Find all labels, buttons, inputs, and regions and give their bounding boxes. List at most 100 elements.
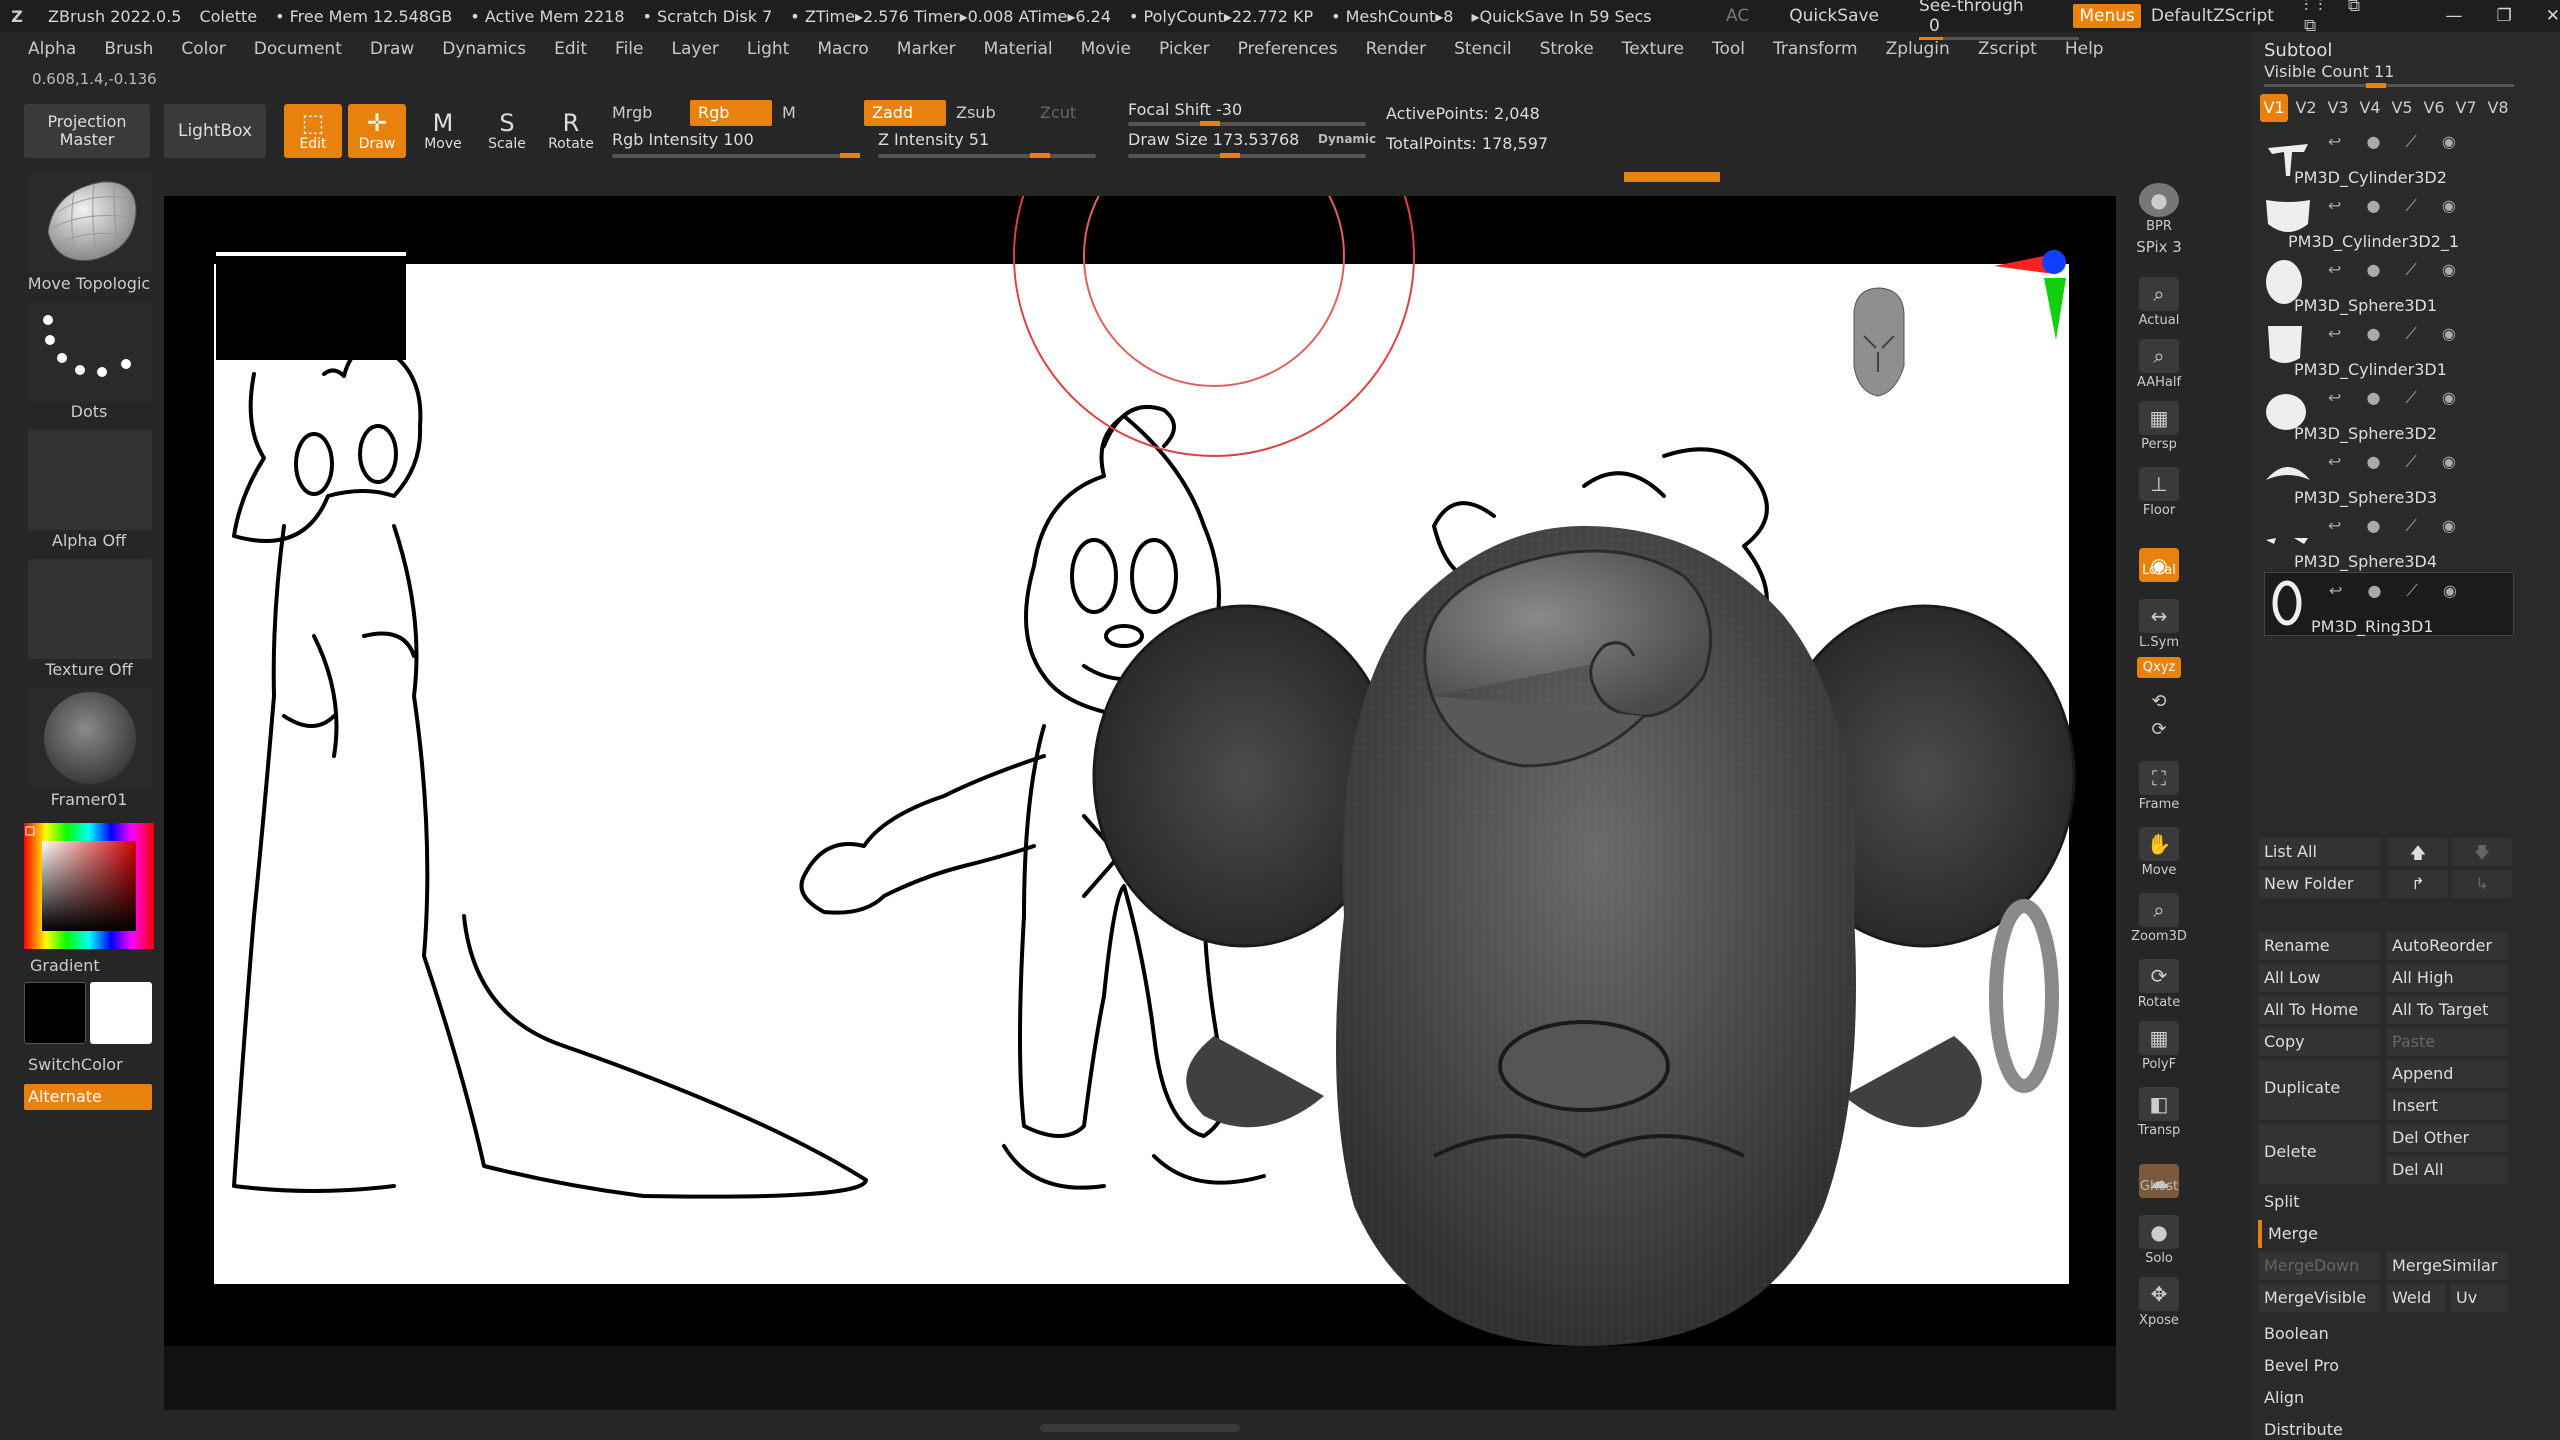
- close-icon[interactable]: ✕: [2546, 6, 2560, 26]
- bevel-pro-button[interactable]: Bevel Pro: [2258, 1352, 2508, 1380]
- align-button[interactable]: Align: [2258, 1384, 2508, 1412]
- menu-stroke[interactable]: Stroke: [1540, 39, 1594, 59]
- switchcolor-button[interactable]: SwitchColor: [24, 1052, 152, 1078]
- del-other-button[interactable]: Del Other: [2386, 1124, 2508, 1152]
- move-view-button[interactable]: ✋ Move: [2124, 820, 2194, 878]
- subtool-item[interactable]: ↩ ● ⟋ ◉ PM3D_Cylinder3D1: [2264, 316, 2514, 380]
- zoom3d-button[interactable]: ⌕ Zoom3D: [2124, 886, 2194, 944]
- menu-tool[interactable]: Tool: [1712, 39, 1745, 59]
- subtool-toggles[interactable]: ↩ ● ⟋ ◉: [2328, 324, 2466, 344]
- actual-button[interactable]: ⌕ Actual: [2124, 270, 2194, 328]
- rgb-toggle[interactable]: Rgb: [690, 100, 772, 126]
- boolean-button[interactable]: Boolean: [2258, 1320, 2508, 1348]
- menu-movie[interactable]: Movie: [1081, 39, 1131, 59]
- subtool-item[interactable]: ↩ ● ⟋ ◉ PM3D_Sphere3D1: [2264, 252, 2514, 316]
- axis-gizmo[interactable]: [1994, 250, 2066, 340]
- menu-transform[interactable]: Transform: [1773, 39, 1858, 59]
- zadd-toggle[interactable]: Zadd: [864, 100, 946, 126]
- alternate-button[interactable]: Alternate: [24, 1084, 152, 1110]
- document-canvas[interactable]: [164, 196, 2116, 1346]
- draw-size-knob[interactable]: [1220, 153, 1240, 158]
- mergevisible-button[interactable]: MergeVisible: [2258, 1284, 2380, 1312]
- duplicate-button[interactable]: Duplicate: [2258, 1060, 2380, 1120]
- polyf-button[interactable]: ▦ PolyF: [2124, 1014, 2194, 1072]
- focal-shift-slider[interactable]: Focal Shift -30: [1128, 100, 1242, 119]
- seethrough-slider[interactable]: See-through 0: [1919, 0, 2080, 40]
- zsub-toggle[interactable]: Zsub: [948, 100, 1004, 126]
- rotate-axis-icons[interactable]: ⟲ ⟳: [2124, 688, 2194, 744]
- menu-layer[interactable]: Layer: [672, 39, 719, 59]
- all-to-target-button[interactable]: All To Target: [2386, 996, 2508, 1024]
- subtool-toggles[interactable]: ↩ ● ⟋ ◉: [2329, 581, 2467, 601]
- subtool-toggles[interactable]: ↩ ● ⟋ ◉: [2328, 516, 2466, 536]
- subtool-item[interactable]: ↩ ● ⟋ ◉ PM3D_Cylinder3D2: [2264, 124, 2514, 188]
- vset-1[interactable]: V1: [2260, 94, 2288, 122]
- local-button[interactable]: ◉ Local: [2124, 526, 2194, 584]
- vset-8[interactable]: V8: [2484, 94, 2512, 122]
- ghost-button[interactable]: ☁ Ghost: [2124, 1142, 2194, 1200]
- subtool-toggles[interactable]: ↩ ● ⟋ ◉: [2328, 196, 2466, 216]
- main-color-swatch[interactable]: [90, 982, 152, 1044]
- restore-icon[interactable]: ❐: [2497, 6, 2512, 26]
- menu-preferences[interactable]: Preferences: [1238, 39, 1338, 59]
- vset-5[interactable]: V5: [2388, 94, 2416, 122]
- vset-2[interactable]: V2: [2292, 94, 2320, 122]
- del-all-button[interactable]: Del All: [2386, 1156, 2508, 1184]
- material-thumbnail[interactable]: [28, 688, 152, 788]
- lightbox-button[interactable]: LightBox: [164, 104, 266, 158]
- menu-color[interactable]: Color: [181, 39, 225, 59]
- merge-button[interactable]: Merge: [2258, 1220, 2508, 1248]
- uv-button[interactable]: Uv: [2450, 1284, 2508, 1312]
- move-down-icon[interactable]: 🡇: [2452, 838, 2512, 866]
- secondary-color-swatch[interactable]: [24, 982, 86, 1044]
- menu-file[interactable]: File: [615, 39, 643, 59]
- aahalf-button[interactable]: ⌕ AAHalf: [2124, 332, 2194, 390]
- menu-document[interactable]: Document: [254, 39, 342, 59]
- copy-button[interactable]: Copy: [2258, 1028, 2380, 1056]
- vset-6[interactable]: V6: [2420, 94, 2448, 122]
- menu-macro[interactable]: Macro: [817, 39, 868, 59]
- new-folder-button[interactable]: New Folder: [2258, 870, 2380, 898]
- draw-size-track[interactable]: [1128, 154, 1366, 158]
- distribute-button[interactable]: Distribute: [2258, 1416, 2508, 1440]
- subtool-toggles[interactable]: ↩ ● ⟋ ◉: [2328, 388, 2466, 408]
- menu-alpha[interactable]: Alpha: [28, 39, 76, 59]
- z-intensity-track[interactable]: [878, 154, 1096, 158]
- subtool-item[interactable]: ↩ ● ⟋ ◉ PM3D_Sphere3D2: [2264, 380, 2514, 444]
- canvas-bottom-scroll[interactable]: [1040, 1424, 1240, 1432]
- solo-button[interactable]: ● Solo: [2124, 1208, 2194, 1266]
- menu-stencil[interactable]: Stencil: [1454, 39, 1511, 59]
- texture-thumbnail[interactable]: [28, 559, 152, 659]
- mergesimilar-button[interactable]: MergeSimilar: [2386, 1252, 2508, 1280]
- menu-edit[interactable]: Edit: [554, 39, 587, 59]
- stroke-thumbnail[interactable]: [28, 302, 152, 402]
- zcut-toggle[interactable]: Zcut: [1032, 100, 1084, 126]
- alpha-thumbnail[interactable]: [28, 430, 152, 530]
- subtool-item[interactable]: ↩ ● ⟋ ◉ PM3D_Cylinder3D2_1: [2264, 188, 2514, 252]
- subtool-item[interactable]: ↩ ● ⟋ ◉ PM3D_Sphere3D4: [2264, 508, 2514, 572]
- visible-count-slider[interactable]: Visible Count 11: [2264, 62, 2544, 88]
- all-to-home-button[interactable]: All To Home: [2258, 996, 2380, 1024]
- lsym-button[interactable]: ↔ L.Sym: [2124, 592, 2194, 650]
- menu-zscript[interactable]: Zscript: [1978, 39, 2037, 59]
- rgb-intensity-knob[interactable]: [840, 153, 860, 158]
- draw-button[interactable]: ✛ Draw: [348, 104, 406, 158]
- move-out-folder-icon[interactable]: ↳: [2452, 870, 2512, 898]
- scale-button[interactable]: S Scale: [478, 104, 536, 158]
- minimize-icon[interactable]: —: [2446, 6, 2463, 26]
- default-zscript[interactable]: DefaultZScript: [2151, 6, 2274, 26]
- xpose-button[interactable]: ✥ Xpose: [2124, 1270, 2194, 1328]
- m-toggle[interactable]: M: [774, 100, 804, 126]
- vset-7[interactable]: V7: [2452, 94, 2480, 122]
- weld-button[interactable]: Weld: [2386, 1284, 2446, 1312]
- subtool-toggles[interactable]: ↩ ● ⟋ ◉: [2328, 132, 2466, 152]
- list-all-button[interactable]: List All: [2258, 838, 2380, 866]
- persp-button[interactable]: ▦ Persp: [2124, 394, 2194, 452]
- menu-brush[interactable]: Brush: [104, 39, 153, 59]
- rotate-button[interactable]: R Rotate: [542, 104, 600, 158]
- mergedown-button[interactable]: MergeDown: [2258, 1252, 2380, 1280]
- subtool-toggles[interactable]: ↩ ● ⟋ ◉: [2328, 260, 2466, 280]
- color-picker[interactable]: [24, 823, 154, 949]
- qxyz-button[interactable]: Qxyz: [2124, 648, 2194, 678]
- layout-icons[interactable]: ⫶⫶ ⧉ ⧉: [2304, 0, 2406, 36]
